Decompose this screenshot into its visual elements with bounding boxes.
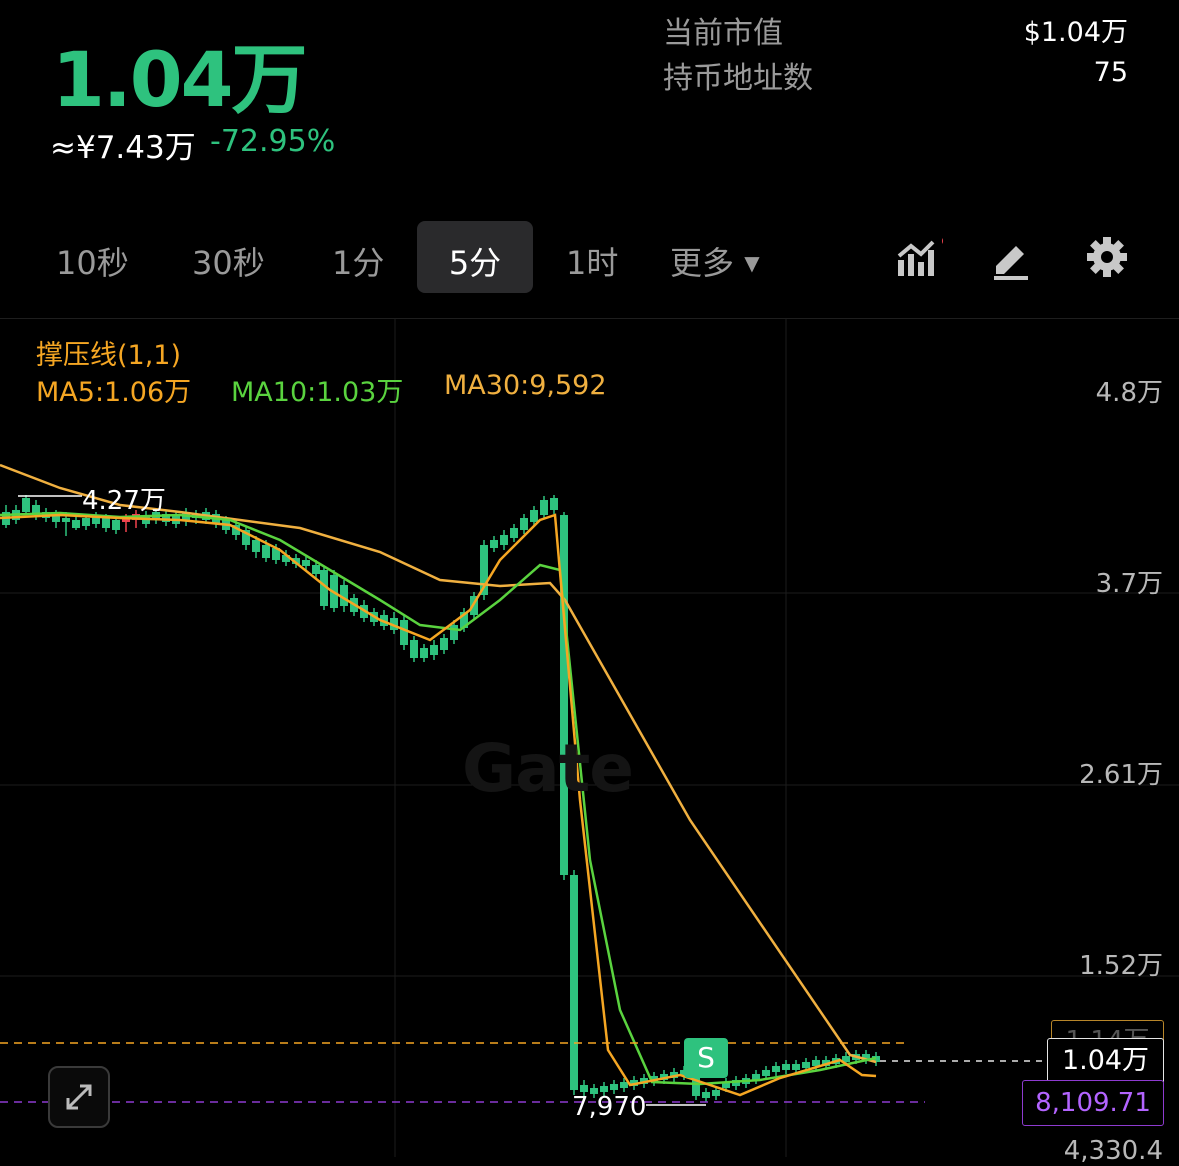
caret-down-icon: ▼ — [744, 251, 760, 275]
ma30-legend: MA30:9,592 — [444, 370, 607, 401]
candle-body — [570, 875, 578, 1090]
holders-label: 持币地址数 — [663, 61, 813, 96]
candle-body — [772, 1066, 780, 1072]
candle-body — [102, 518, 110, 528]
candle-body — [550, 498, 558, 510]
ma10-legend: MA10:1.03万 — [231, 377, 404, 408]
candle-body — [580, 1085, 588, 1092]
candle-body — [72, 520, 80, 528]
gate-watermark: Gate — [462, 730, 634, 807]
price-change-percent: -72.95% — [210, 124, 336, 159]
candle-body — [252, 540, 260, 552]
sell-marker[interactable]: S — [684, 1038, 728, 1078]
candle-body — [450, 625, 458, 640]
y-label-4: 1.52万 — [1079, 951, 1163, 981]
settings-icon[interactable] — [1086, 236, 1130, 280]
candle-body — [540, 500, 548, 515]
candle-body — [82, 518, 90, 526]
candle-body — [802, 1062, 810, 1068]
tab-1m[interactable]: 1分 — [332, 238, 384, 284]
candle-body — [530, 510, 538, 522]
candle-body — [712, 1090, 720, 1096]
candle-body — [620, 1082, 628, 1088]
low-marker-label: 7,970 — [572, 1092, 647, 1122]
candle-body — [560, 515, 568, 875]
indicators-icon[interactable] — [895, 236, 952, 280]
candle-body — [762, 1070, 770, 1076]
candle-body — [420, 648, 428, 658]
market-cap-label: 当前市值 — [663, 16, 783, 51]
y-label-1: 4.8万 — [1095, 378, 1163, 408]
candle-body — [22, 498, 30, 512]
tab-1h[interactable]: 1时 — [566, 238, 618, 284]
candle-body — [62, 518, 70, 522]
candle-body — [500, 535, 508, 545]
current-price: 1.04万 — [52, 35, 308, 124]
candle-body — [262, 545, 270, 558]
candle-body — [610, 1084, 618, 1090]
tab-more[interactable]: 更多 ▼ — [670, 238, 760, 284]
ma5-line — [0, 513, 877, 1097]
candle-body — [112, 520, 120, 530]
candle-body — [430, 645, 438, 655]
candle-body — [302, 560, 310, 566]
y-label-3: 2.61万 — [1079, 760, 1163, 790]
tab-5m[interactable]: 5分 — [417, 238, 533, 284]
ma10-line — [0, 511, 877, 1086]
fiat-price: ≈¥7.43万 — [50, 130, 196, 166]
high-marker-label: 4.27万 — [82, 486, 166, 516]
support-resistance-legend: 撑压线(1,1) — [36, 340, 182, 371]
candle-body — [510, 528, 518, 538]
notification-dot — [942, 236, 952, 246]
candle-body — [490, 540, 498, 548]
market-cap-value: $1.04万 — [1023, 17, 1128, 48]
candle-body — [702, 1092, 710, 1098]
expand-icon — [66, 1084, 92, 1110]
candle-body — [410, 640, 418, 658]
ma5-legend: MA5:1.06万 — [36, 377, 192, 408]
draw-icon[interactable] — [990, 236, 1034, 280]
purple-line-tag: 8,109.71 — [1022, 1080, 1164, 1126]
y-label-2: 3.7万 — [1095, 569, 1163, 599]
ma30-line — [0, 463, 877, 1064]
tab-30s[interactable]: 30秒 — [192, 238, 265, 284]
fullscreen-button[interactable] — [48, 1066, 110, 1128]
holders-value: 75 — [1093, 57, 1128, 88]
y-label-5: 4,330.4 — [1063, 1136, 1163, 1166]
tab-more-label: 更多 — [670, 244, 735, 282]
candle-body — [312, 565, 320, 574]
candle-body — [520, 518, 528, 530]
candle-body — [400, 620, 408, 645]
tab-10s[interactable]: 10秒 — [56, 238, 129, 284]
candle-body — [782, 1064, 790, 1070]
current-price-tag: 1.04万 — [1047, 1038, 1164, 1084]
candle-body — [440, 638, 448, 650]
candle-body — [792, 1064, 800, 1070]
